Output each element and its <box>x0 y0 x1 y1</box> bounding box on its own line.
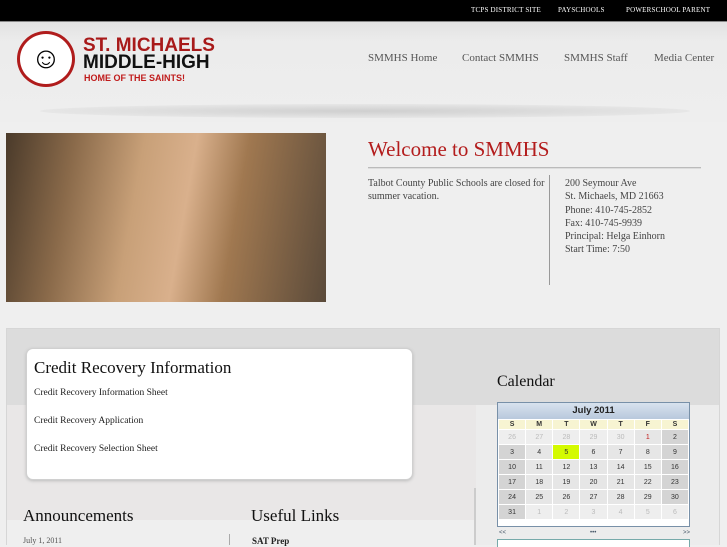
calendar-day[interactable]: 26 <box>553 490 580 504</box>
calendar-day[interactable]: 5 <box>634 505 661 519</box>
calendar-week: 10 11 12 13 14 15 16 <box>499 460 688 474</box>
payschools-link[interactable]: PAYSCHOOLS <box>558 6 605 14</box>
calendar-month: July 2011 <box>498 403 689 419</box>
header-shadow <box>40 104 690 118</box>
calendar-day[interactable]: 4 <box>607 505 634 519</box>
school-address: 200 Seymour Ave St. Michaels, MD 21663 P… <box>565 177 665 257</box>
calendar-day[interactable]: 6 <box>580 445 607 459</box>
announcement-date: July 1, 2011 <box>23 536 63 545</box>
calendar-day[interactable]: 18 <box>526 475 553 489</box>
calendar-day[interactable]: 6 <box>661 505 688 519</box>
calendar-day[interactable]: 13 <box>580 460 607 474</box>
nav-smmhs-home[interactable]: SMMHS Home <box>368 52 437 64</box>
calendar-day[interactable]: 24 <box>499 490 526 504</box>
fax: Fax: 410-745-9939 <box>565 217 642 229</box>
divider <box>368 167 701 169</box>
calendar-day[interactable]: 31 <box>499 505 526 519</box>
calendar-day[interactable]: 11 <box>526 460 553 474</box>
calendar-next-button[interactable]: >> <box>683 530 690 536</box>
calendar-heading: Calendar <box>497 373 555 390</box>
tcps-district-link[interactable]: TCPS DISTRICT SITE <box>471 6 541 14</box>
calendar-day[interactable]: 14 <box>607 460 634 474</box>
weekday-header: F <box>634 420 661 429</box>
calendar-day[interactable]: 26 <box>499 430 526 444</box>
principal: Principal: Helga Einhorn <box>565 231 665 243</box>
calendar-day[interactable]: 12 <box>553 460 580 474</box>
powerschool-parent-link[interactable]: POWERSCHOOL PARENT <box>626 6 710 14</box>
calendar-day[interactable]: 7 <box>607 445 634 459</box>
phone: Phone: 410-745-2852 <box>565 204 652 216</box>
calendar-day[interactable]: 4 <box>526 445 553 459</box>
calendar-week: 17 18 19 20 21 22 23 <box>499 475 688 489</box>
calendar-day[interactable]: 29 <box>634 490 661 504</box>
nav-contact-smmhs[interactable]: Contact SMMHS <box>462 52 539 64</box>
calendar-day[interactable]: 25 <box>526 490 553 504</box>
calendar-day[interactable]: 27 <box>580 490 607 504</box>
calendar-day[interactable]: 1 <box>526 505 553 519</box>
calendar-day[interactable]: 17 <box>499 475 526 489</box>
credit-recovery-title: Credit Recovery Information <box>34 358 232 377</box>
address-city: St. Michaels, MD 21663 <box>565 191 664 203</box>
calendar-day[interactable]: 20 <box>580 475 607 489</box>
calendar-week: 31 1 2 3 4 5 6 <box>499 505 688 519</box>
weekday-header: T <box>607 420 634 429</box>
calendar-day[interactable]: 28 <box>607 490 634 504</box>
calendar-week: 24 25 26 27 28 29 30 <box>499 490 688 504</box>
calendar-day[interactable]: 30 <box>661 490 688 504</box>
weekday-header: W <box>580 420 607 429</box>
calendar-day[interactable]: 28 <box>553 430 580 444</box>
calendar-today-button[interactable]: ••• <box>590 530 596 536</box>
divider <box>549 175 550 285</box>
weekday-header: T <box>553 420 580 429</box>
calendar-day[interactable]: 9 <box>661 445 688 459</box>
saint-mascot-logo-icon[interactable]: ☺ <box>17 31 75 87</box>
nav-smmhs-staff[interactable]: SMMHS Staff <box>564 52 628 64</box>
calendar-day[interactable]: 27 <box>526 430 553 444</box>
logo-tagline: HOME OF THE SAINTS! <box>84 73 185 83</box>
credit-selection-sheet-link[interactable]: Credit Recovery Selection Sheet <box>34 444 158 454</box>
calendar-day[interactable]: 23 <box>661 475 688 489</box>
welcome-title: Welcome to SMMHS <box>368 137 550 161</box>
calendar-day[interactable]: 19 <box>553 475 580 489</box>
calendar-day[interactable]: 8 <box>634 445 661 459</box>
calendar-prev-button[interactable]: << <box>499 530 506 536</box>
calendar-day[interactable]: 29 <box>580 430 607 444</box>
calendar-day[interactable]: 2 <box>661 430 688 444</box>
students-photo <box>6 133 326 302</box>
calendar-day[interactable]: 1 <box>634 430 661 444</box>
events-box <box>497 539 690 547</box>
calendar-day[interactable]: 16 <box>661 460 688 474</box>
calendar-day[interactable]: 15 <box>634 460 661 474</box>
top-bar: TCPS DISTRICT SITE PAYSCHOOLS POWERSCHOO… <box>0 0 727 22</box>
divider <box>229 534 230 545</box>
calendar-day[interactable]: 22 <box>634 475 661 489</box>
credit-recovery-box: Credit Recovery Information Credit Recov… <box>26 348 413 480</box>
credit-info-sheet-link[interactable]: Credit Recovery Information Sheet <box>34 388 168 398</box>
start-time: Start Time: 7:50 <box>565 244 631 256</box>
calendar-day[interactable]: 2 <box>553 505 580 519</box>
credit-application-link[interactable]: Credit Recovery Application <box>34 416 143 426</box>
weekday-header: S <box>499 420 526 429</box>
calendar-grid: SMTWTFS 26 27 28 29 30 1 2 3 4 5 6 7 8 9 10 11 12 13 14 15 1… <box>498 419 689 520</box>
address-line: 200 Seymour Ave <box>565 178 637 189</box>
calendar-week: 26 27 28 29 30 1 2 <box>499 430 688 444</box>
announcements-title: Announcements <box>23 506 134 525</box>
weekday-header: S <box>661 420 688 429</box>
logo-line2[interactable]: MIDDLE-HIGH <box>83 52 210 74</box>
calendar-day[interactable]: 30 <box>607 430 634 444</box>
calendar-day[interactable]: 10 <box>499 460 526 474</box>
calendar-widget: July 2011 SMTWTFS 26 27 28 29 30 1 2 3 4 5 6 7 8 9 10 1… <box>497 402 690 527</box>
calendar-day[interactable]: 5 <box>553 445 580 459</box>
calendar-day[interactable]: 21 <box>607 475 634 489</box>
calendar-week: 3456789 <box>499 445 688 459</box>
closure-notice: Talbot County Public Schools are closed … <box>368 178 545 202</box>
calendar-day[interactable]: 3 <box>499 445 526 459</box>
useful-links-title: Useful Links <box>251 506 340 525</box>
calendar-day[interactable]: 3 <box>580 505 607 519</box>
weekday-header: M <box>526 420 553 429</box>
nav-media-center[interactable]: Media Center <box>654 52 714 64</box>
